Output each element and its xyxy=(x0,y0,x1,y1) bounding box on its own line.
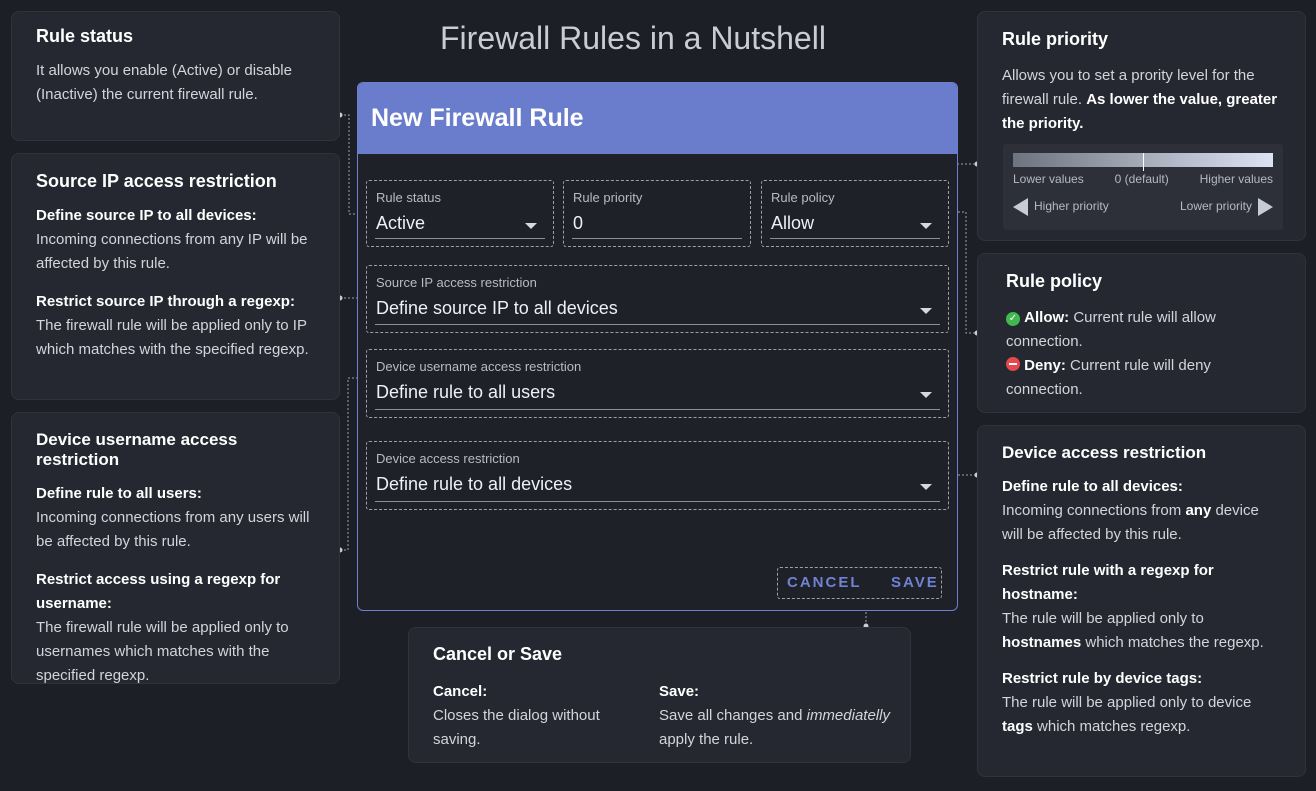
rule-policy-panel: Rule policy ✓ Allow: Current rule will a… xyxy=(977,253,1306,413)
item-text: apply the rule. xyxy=(659,731,754,748)
page-title: Firewall Rules in a Nutshell xyxy=(440,20,826,56)
rule-priority-panel: Rule priority Allows you to set a prorit… xyxy=(977,11,1306,241)
panel-title: Rule priority xyxy=(1002,29,1109,49)
field-underline xyxy=(770,238,940,239)
scale-mid-label: 0 (default) xyxy=(1114,172,1169,186)
field-underline xyxy=(375,324,940,325)
panel-title: Rule status xyxy=(36,26,134,46)
scale-low-label: Lower values xyxy=(1013,172,1084,186)
username-select[interactable]: Device username access restriction Defin… xyxy=(366,349,949,418)
device-access-panel: Device access restriction Define rule to… xyxy=(977,425,1306,777)
panel-text: It allows you enable (Active) or disable… xyxy=(36,62,292,103)
item-emphasis: hostnames xyxy=(1002,634,1082,651)
arrow-left-icon xyxy=(1013,198,1028,216)
rule-policy-select[interactable]: Rule policy Allow xyxy=(761,180,949,247)
item-emphasis: immediatelly xyxy=(806,707,890,724)
allow-title: Allow: xyxy=(1024,309,1070,326)
lower-priority-indicator: Lower priority xyxy=(1180,198,1273,216)
field-underline xyxy=(375,501,940,502)
item-title: Restrict rule by device tags: xyxy=(1002,670,1203,687)
cancel-button[interactable]: CANCEL xyxy=(787,574,862,591)
rule-status-select[interactable]: Rule status Active xyxy=(366,180,554,247)
item-text: The firewall rule will be applied only t… xyxy=(36,317,309,358)
item-text: Save all changes and xyxy=(659,707,803,724)
item-emphasis: tags xyxy=(1002,718,1033,735)
item-title: Define rule to all users: xyxy=(36,485,202,502)
higher-priority-label: Higher priority xyxy=(1034,199,1109,214)
item-text: The firewall rule will be applied only t… xyxy=(36,619,289,684)
cancel-save-panel: Cancel or Save Cancel: Closes the dialog… xyxy=(408,627,911,763)
item-title: Cancel: xyxy=(433,683,488,700)
panel-title: Source IP access restriction xyxy=(36,171,277,191)
field-label: Rule policy xyxy=(771,190,835,205)
new-firewall-rule-dialog: New Firewall Rule Rule status Active Rul… xyxy=(357,82,958,611)
field-label: Device access restriction xyxy=(376,451,520,466)
lower-priority-label: Lower priority xyxy=(1179,199,1252,214)
field-label: Rule status xyxy=(376,190,442,205)
item-title: Save: xyxy=(659,683,700,700)
field-label: Source IP access restriction xyxy=(376,275,537,290)
field-label: Device username access restriction xyxy=(376,359,582,374)
panel-title: Cancel or Save xyxy=(433,644,563,664)
item-text: which matches regexp. xyxy=(1037,718,1191,735)
save-button[interactable]: SAVE xyxy=(891,574,939,591)
field-value: Define rule to all users xyxy=(376,382,556,402)
source-ip-select[interactable]: Source IP access restriction Define sour… xyxy=(366,265,949,333)
item-text: Incoming connections from any users will… xyxy=(36,509,310,550)
deny-title: Deny: xyxy=(1024,357,1066,374)
higher-priority-indicator: Higher priority xyxy=(1013,198,1109,216)
dialog-title: New Firewall Rule xyxy=(358,83,957,154)
field-value: Define rule to all devices xyxy=(376,474,573,494)
source-ip-panel: Source IP access restriction Define sour… xyxy=(11,153,340,400)
field-underline xyxy=(572,238,742,239)
check-circle-icon: ✓ xyxy=(1006,312,1020,326)
field-value: 0 xyxy=(573,213,584,233)
field-value: Active xyxy=(376,213,426,233)
item-text: which matches the regexp. xyxy=(1085,634,1264,651)
rule-status-panel: Rule status It allows you enable (Active… xyxy=(11,11,340,141)
dialog-actions: CANCEL SAVE xyxy=(777,567,942,599)
item-title: Restrict source IP through a regexp: xyxy=(36,293,295,310)
chevron-down-icon xyxy=(920,484,932,490)
item-text: The rule will be applied only to device xyxy=(1002,694,1252,711)
minus-circle-icon xyxy=(1006,357,1020,371)
item-title: Restrict rule with a regexp for hostname… xyxy=(1002,562,1214,603)
chevron-down-icon xyxy=(920,223,932,229)
item-text: The rule will be applied only to xyxy=(1002,610,1204,627)
item-emphasis: any xyxy=(1185,502,1212,519)
chevron-down-icon xyxy=(920,392,932,398)
device-select[interactable]: Device access restriction Define rule to… xyxy=(366,441,949,510)
field-value: Define source IP to all devices xyxy=(376,298,618,318)
panel-title: Device access restriction xyxy=(1002,443,1207,462)
item-text: Closes the dialog without saving. xyxy=(433,707,600,748)
panel-title: Rule policy xyxy=(1006,271,1103,291)
item-title: Restrict access using a regexp for usern… xyxy=(36,571,281,612)
arrow-right-icon xyxy=(1258,198,1273,216)
panel-title: Device username access restriction xyxy=(36,430,238,469)
chevron-down-icon xyxy=(920,308,932,314)
field-value: Allow xyxy=(771,213,815,233)
scale-high-label: Higher values xyxy=(1199,172,1273,186)
item-title: Define rule to all devices: xyxy=(1002,478,1183,495)
username-panel: Device username access restriction Defin… xyxy=(11,412,340,684)
field-label: Rule priority xyxy=(573,190,643,205)
item-title: Define source IP to all devices: xyxy=(36,207,257,224)
item-text: Incoming connections from any IP will be… xyxy=(36,231,308,272)
field-underline xyxy=(375,238,545,239)
field-underline xyxy=(375,409,940,410)
item-text: Incoming connections from xyxy=(1002,502,1182,519)
default-marker xyxy=(1143,153,1144,171)
priority-scale: Lower values 0 (default) Higher values H… xyxy=(1003,144,1283,230)
rule-priority-input[interactable]: Rule priority 0 xyxy=(563,180,751,247)
chevron-down-icon xyxy=(525,223,537,229)
priority-gradient-bar xyxy=(1013,153,1273,171)
